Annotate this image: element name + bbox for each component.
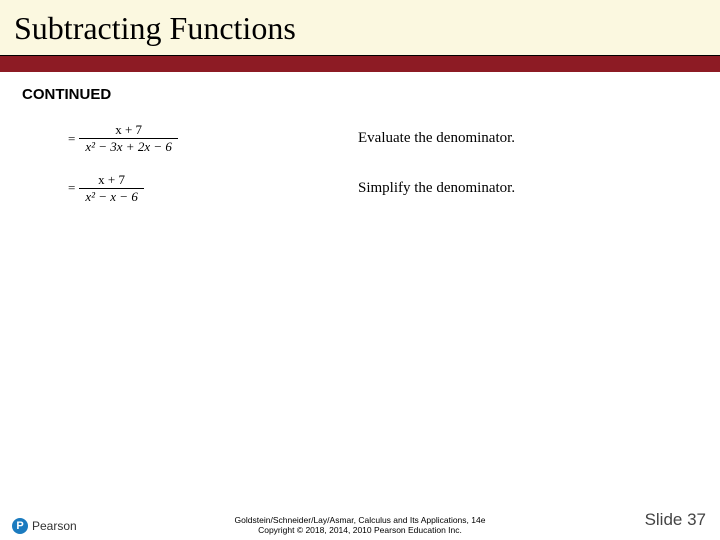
footer: P Pearson Goldstein/Schneider/Lay/Asmar,… bbox=[0, 498, 720, 540]
continued-label: CONTINUED bbox=[22, 86, 698, 103]
fraction: x + 7 x² − x − 6 bbox=[79, 173, 143, 205]
slide-title: Subtracting Functions bbox=[14, 10, 706, 47]
denominator: x² − 3x + 2x − 6 bbox=[79, 138, 178, 154]
step-row: = x + 7 x² − x − 6 Simplify the denomina… bbox=[22, 173, 698, 205]
copyright-line: Copyright © 2018, 2014, 2010 Pearson Edu… bbox=[0, 526, 720, 536]
accent-bar bbox=[0, 56, 720, 72]
equals-sign: = bbox=[68, 180, 75, 196]
slide-number: Slide 37 bbox=[645, 510, 706, 530]
title-block: Subtracting Functions bbox=[0, 0, 720, 56]
slide: Subtracting Functions CONTINUED = x + 7 … bbox=[0, 0, 720, 540]
fraction: x + 7 x² − 3x + 2x − 6 bbox=[79, 123, 178, 155]
math-expression: = x + 7 x² − 3x + 2x − 6 bbox=[22, 123, 352, 155]
numerator: x + 7 bbox=[92, 173, 131, 188]
credits: Goldstein/Schneider/Lay/Asmar, Calculus … bbox=[0, 516, 720, 536]
math-expression: = x + 7 x² − x − 6 bbox=[22, 173, 352, 205]
step-annotation: Evaluate the denominator. bbox=[352, 130, 698, 147]
step-annotation: Simplify the denominator. bbox=[352, 180, 698, 197]
content-area: CONTINUED = x + 7 x² − 3x + 2x − 6 Evalu… bbox=[0, 72, 720, 540]
step-row: = x + 7 x² − 3x + 2x − 6 Evaluate the de… bbox=[22, 123, 698, 155]
numerator: x + 7 bbox=[109, 123, 148, 138]
equals-sign: = bbox=[68, 131, 75, 147]
denominator: x² − x − 6 bbox=[79, 188, 143, 204]
